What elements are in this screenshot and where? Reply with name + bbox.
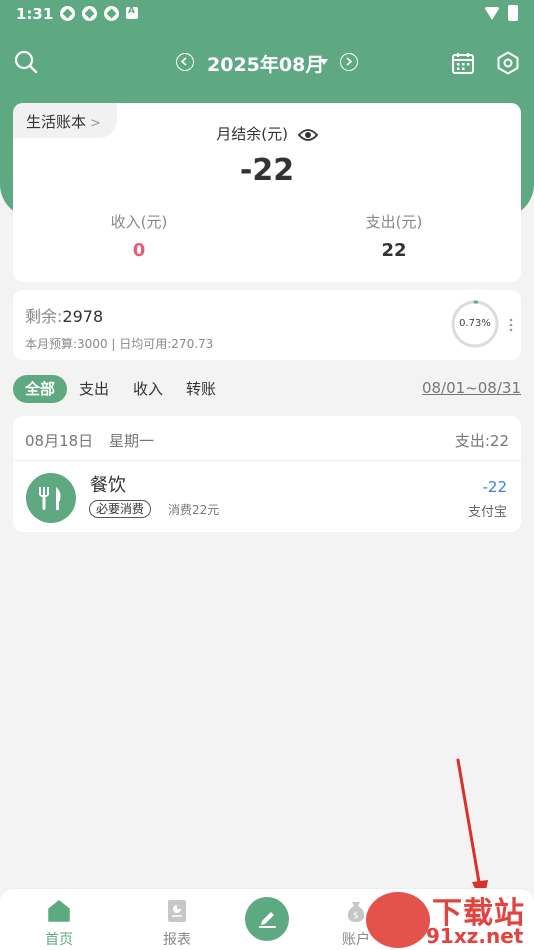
home-icon — [48, 900, 70, 922]
caret-down-icon[interactable] — [320, 59, 328, 65]
watermark-logo — [366, 892, 430, 948]
eye-icon[interactable] — [297, 128, 318, 142]
date-range[interactable]: 08/01~08/31 — [422, 379, 521, 397]
watermark-text-url: 91xz.net — [426, 924, 524, 948]
budget-detail: 本月预算:3000 | 日均可用:270.73 — [25, 337, 214, 351]
record-tag: 必要消费 — [89, 500, 152, 518]
notification-app-icon — [104, 6, 119, 21]
add-record-button[interactable] — [245, 897, 289, 941]
filter-tab-expense[interactable]: 支出 — [79, 375, 109, 403]
balance-label: 月结余(元) — [216, 125, 288, 143]
filter-tab-transfer[interactable]: 转账 — [186, 375, 216, 403]
pencil-icon — [259, 912, 276, 928]
nav-report[interactable]: 报表 — [137, 889, 217, 950]
notification-a-icon — [126, 6, 138, 19]
nav-home-label: 首页 — [45, 932, 73, 948]
budget-percent: 0.73% — [459, 318, 491, 329]
battery-icon — [508, 5, 518, 21]
budget-remaining-value: 2978 — [62, 307, 104, 326]
money-bag-icon: $ — [347, 902, 365, 922]
notification-app-icon — [82, 6, 97, 21]
status-bar: 1:31 — [0, 0, 534, 28]
previous-month-button[interactable] — [176, 53, 194, 71]
search-icon[interactable] — [14, 50, 38, 74]
record-account: 支付宝 — [467, 505, 507, 520]
next-month-button[interactable] — [340, 53, 358, 71]
summary-card: 生活账本 > 月结余(元) -22 收入(元) 0 支出(元) 22 — [13, 103, 521, 282]
day-date: 08月18日 — [25, 432, 94, 450]
more-vertical-icon[interactable] — [509, 318, 513, 332]
filter-tab-all[interactable]: 全部 — [13, 375, 67, 403]
system-icons — [484, 5, 518, 21]
day-weekday: 星期一 — [109, 432, 155, 450]
budget-remaining-key: 剩余: — [25, 307, 63, 326]
top-bar: 2025年08月 — [0, 42, 534, 82]
budget-info: 剩余:2978 本月预算:3000 | 日均可用:270.73 — [25, 303, 213, 352]
category-icon-circle — [26, 473, 76, 523]
chevron-left-icon — [180, 57, 187, 66]
nav-report-label: 报表 — [163, 932, 191, 948]
records-card: 08月18日 星期一 支出:22 餐饮 必要消费 消费22元 -22 支付宝 — [13, 416, 521, 532]
expense-label: 支出(元) — [365, 213, 423, 231]
balance-value: -22 — [239, 153, 295, 188]
income-summary: 收入(元) 0 — [59, 211, 219, 261]
income-value: 0 — [132, 240, 146, 261]
site-watermark: 下载站 91xz.net — [366, 888, 534, 950]
fork-knife-icon — [39, 487, 61, 510]
record-amount: -22 — [482, 478, 508, 496]
chevron-right-icon — [346, 57, 353, 66]
income-label: 收入(元) — [110, 213, 168, 231]
filter-tab-income[interactable]: 收入 — [133, 375, 163, 403]
svg-text:$: $ — [353, 911, 359, 921]
notification-icons — [60, 6, 138, 21]
status-time: 1:31 — [16, 5, 54, 23]
nav-home[interactable]: 首页 — [19, 889, 99, 950]
day-total: 支出:22 — [454, 432, 509, 450]
budget-card[interactable]: 剩余:2978 本月预算:3000 | 日均可用:270.73 0.73% — [13, 290, 521, 360]
filter-bar: 全部 支出 收入 转账 08/01~08/31 — [13, 375, 521, 403]
annotation-arrow — [456, 758, 488, 906]
settings-icon[interactable] — [496, 51, 520, 75]
budget-remaining: 剩余:2978 — [25, 303, 213, 327]
record-note: 消费22元 — [168, 503, 220, 517]
wifi-icon — [484, 6, 500, 20]
record-category: 餐饮 — [90, 475, 126, 496]
notification-app-icon — [60, 6, 75, 21]
expense-value: 22 — [381, 240, 407, 261]
divider — [13, 460, 521, 461]
balance-label-row: 月结余(元) — [13, 123, 521, 144]
month-selector[interactable]: 2025年08月 — [207, 50, 324, 77]
calendar-icon[interactable] — [451, 51, 475, 75]
report-icon — [168, 900, 186, 922]
expense-summary: 支出(元) 22 — [314, 211, 474, 261]
